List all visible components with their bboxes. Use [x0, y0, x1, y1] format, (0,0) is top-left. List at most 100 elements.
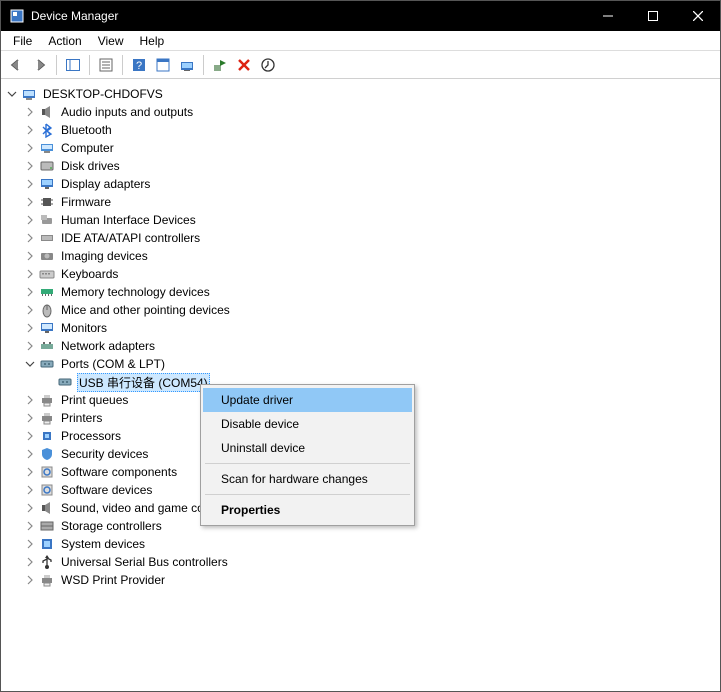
context-menu-item-disable-device[interactable]: Disable device: [203, 412, 412, 436]
menu-view[interactable]: View: [90, 32, 132, 50]
tree-node-cat-24[interactable]: Universal Serial Bus controllers: [3, 553, 718, 571]
scan-hardware-button[interactable]: [176, 54, 198, 76]
context-menu: Update driverDisable deviceUninstall dev…: [200, 384, 415, 526]
tree-node-cat-4[interactable]: Display adapters: [3, 175, 718, 193]
tree-node-label: IDE ATA/ATAPI controllers: [59, 231, 202, 245]
chevron-right-icon[interactable]: [25, 539, 39, 549]
chevron-right-icon[interactable]: [25, 287, 39, 297]
tree-node-label: Security devices: [59, 447, 150, 461]
toolbar-button-5[interactable]: [152, 54, 174, 76]
tree-node-cat-5[interactable]: Firmware: [3, 193, 718, 211]
tree-node-cat-11[interactable]: Mice and other pointing devices: [3, 301, 718, 319]
monitor-icon: [39, 320, 55, 336]
close-button[interactable]: [675, 1, 720, 31]
menu-action[interactable]: Action: [40, 32, 89, 50]
chevron-right-icon[interactable]: [25, 503, 39, 513]
computer-icon: [39, 140, 55, 156]
svg-text:?: ?: [136, 60, 142, 72]
tree-node-cat-10[interactable]: Memory technology devices: [3, 283, 718, 301]
tree-node-root[interactable]: DESKTOP-CHDOFVS: [3, 85, 718, 103]
tree-node-label: Keyboards: [59, 267, 120, 281]
context-menu-item-uninstall-device[interactable]: Uninstall device: [203, 436, 412, 460]
minimize-button[interactable]: [585, 1, 630, 31]
chevron-right-icon[interactable]: [25, 161, 39, 171]
tree-node-label: Mice and other pointing devices: [59, 303, 232, 317]
tree-node-cat-1[interactable]: Bluetooth: [3, 121, 718, 139]
printer-icon: [39, 572, 55, 588]
chevron-right-icon[interactable]: [25, 413, 39, 423]
properties-button[interactable]: [95, 54, 117, 76]
context-menu-item-properties[interactable]: Properties: [203, 498, 412, 522]
sw-icon: [39, 464, 55, 480]
menu-file[interactable]: File: [5, 32, 40, 50]
tree-node-label: Display adapters: [59, 177, 152, 191]
chevron-down-icon[interactable]: [7, 89, 21, 99]
chevron-right-icon[interactable]: [25, 341, 39, 351]
memory-icon: [39, 284, 55, 300]
chevron-right-icon[interactable]: [25, 269, 39, 279]
tree-node-label: Firmware: [59, 195, 113, 209]
chevron-right-icon[interactable]: [25, 143, 39, 153]
chevron-right-icon[interactable]: [25, 305, 39, 315]
forward-button[interactable]: [29, 54, 51, 76]
tree-node-cat-9[interactable]: Keyboards: [3, 265, 718, 283]
chevron-right-icon[interactable]: [25, 197, 39, 207]
chevron-right-icon[interactable]: [25, 233, 39, 243]
tree-node-label: Disk drives: [59, 159, 122, 173]
tree-node-label: WSD Print Provider: [59, 573, 167, 587]
chevron-right-icon[interactable]: [25, 395, 39, 405]
chevron-right-icon[interactable]: [25, 215, 39, 225]
menu-help[interactable]: Help: [132, 32, 173, 50]
chevron-right-icon[interactable]: [25, 251, 39, 261]
tree-node-cat-13[interactable]: Network adapters: [3, 337, 718, 355]
tree-node-cat-7[interactable]: IDE ATA/ATAPI controllers: [3, 229, 718, 247]
window-controls: [585, 1, 720, 31]
tree-node-cat-0[interactable]: Audio inputs and outputs: [3, 103, 718, 121]
chevron-down-icon[interactable]: [25, 359, 39, 369]
chevron-right-icon[interactable]: [25, 431, 39, 441]
tree-node-cat-2[interactable]: Computer: [3, 139, 718, 157]
tree-node-label: Monitors: [59, 321, 109, 335]
tree-node-label: Human Interface Devices: [59, 213, 198, 227]
uninstall-button[interactable]: [233, 54, 255, 76]
tree-node-cat-23[interactable]: System devices: [3, 535, 718, 553]
chevron-right-icon[interactable]: [25, 575, 39, 585]
enable-button[interactable]: [209, 54, 231, 76]
tree-node-cat-3[interactable]: Disk drives: [3, 157, 718, 175]
context-menu-item-update-driver[interactable]: Update driver: [203, 388, 412, 412]
tree-node-cat-8[interactable]: Imaging devices: [3, 247, 718, 265]
chevron-right-icon[interactable]: [25, 107, 39, 117]
port-icon: [57, 374, 73, 390]
update-driver-button[interactable]: [257, 54, 279, 76]
tree-node-cat-25[interactable]: WSD Print Provider: [3, 571, 718, 589]
chevron-right-icon[interactable]: [25, 449, 39, 459]
tree-node-label: Computer: [59, 141, 116, 155]
help-button[interactable]: ?: [128, 54, 150, 76]
maximize-button[interactable]: [630, 1, 675, 31]
keyboard-icon: [39, 266, 55, 282]
chevron-right-icon[interactable]: [25, 557, 39, 567]
port-icon: [39, 356, 55, 372]
toolbar-separator: [89, 55, 90, 75]
context-menu-item-scan-for-hardware-changes[interactable]: Scan for hardware changes: [203, 467, 412, 491]
tree-node-cat-6[interactable]: Human Interface Devices: [3, 211, 718, 229]
tree-node-cat-12[interactable]: Monitors: [3, 319, 718, 337]
back-button[interactable]: [5, 54, 27, 76]
show-hidden-button[interactable]: [62, 54, 84, 76]
chevron-right-icon[interactable]: [25, 521, 39, 531]
tree-node-label: Printers: [59, 411, 104, 425]
sw-icon: [39, 482, 55, 498]
hid-icon: [39, 212, 55, 228]
tree-node-cat-14[interactable]: Ports (COM & LPT): [3, 355, 718, 373]
chevron-right-icon[interactable]: [25, 485, 39, 495]
printer-icon: [39, 410, 55, 426]
chip-icon: [39, 194, 55, 210]
tree-node-label: Ports (COM & LPT): [59, 357, 167, 371]
tree-node-label: Network adapters: [59, 339, 157, 353]
computer-root-icon: [21, 86, 37, 102]
chevron-right-icon[interactable]: [25, 467, 39, 477]
chevron-right-icon[interactable]: [25, 323, 39, 333]
chevron-right-icon[interactable]: [25, 125, 39, 135]
context-menu-separator: [205, 463, 410, 464]
chevron-right-icon[interactable]: [25, 179, 39, 189]
